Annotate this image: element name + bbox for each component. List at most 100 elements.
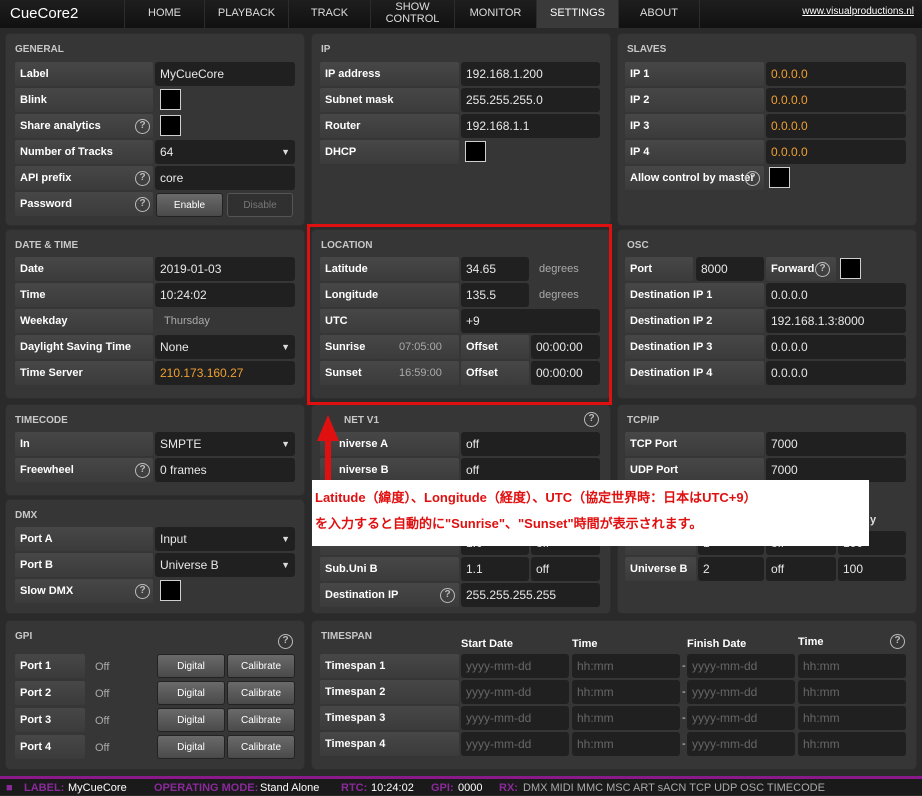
share-analytics-checkbox[interactable] [160, 115, 181, 136]
slave-ip2-input[interactable]: 0.0.0.0 [766, 88, 906, 112]
ip-address-input[interactable]: 192.168.1.200 [461, 62, 600, 86]
help-icon[interactable]: ? [745, 171, 760, 186]
chevron-down-icon: ▼ [281, 439, 290, 449]
tab-track[interactable]: TRACK [288, 0, 370, 28]
help-icon[interactable]: ? [135, 119, 150, 134]
timespan1-finish-time[interactable]: hh:mm [798, 654, 906, 678]
gpi-port4-status: Off [95, 742, 110, 754]
tcp-universe-b-state[interactable]: off [766, 557, 836, 581]
sub-uni-b-input[interactable]: 1.1 [461, 557, 529, 581]
timespan4-start-time[interactable]: hh:mm [572, 732, 680, 756]
tab-show-control[interactable]: SHOW CONTROL [370, 0, 454, 28]
enable-button[interactable]: Enable [156, 193, 223, 217]
dest-ip2-input[interactable]: 192.168.1.3:8000 [766, 309, 906, 333]
gpi-port2-calibrate-button[interactable]: Calibrate [227, 681, 295, 705]
tab-about[interactable]: ABOUT [618, 0, 700, 28]
timespan-title: TIMESPAN [321, 631, 372, 642]
gpi-port1-calibrate-button[interactable]: Calibrate [227, 654, 295, 678]
udp-port-input[interactable]: 7000 [766, 458, 906, 482]
timespan4-start-date[interactable]: yyyy-mm-dd [461, 732, 569, 756]
port-b-select[interactable]: Universe B ▼ [155, 553, 295, 577]
allow-master-checkbox[interactable] [769, 167, 790, 188]
timespan3-start-date[interactable]: yyyy-mm-dd [461, 706, 569, 730]
dst-select[interactable]: None ▼ [155, 335, 295, 359]
tcp-port-input[interactable]: 7000 [766, 432, 906, 456]
artnet-dest-input[interactable]: 255.255.255.255 [461, 583, 600, 607]
website-link[interactable]: www.visualproductions.nl [802, 6, 914, 17]
timespan1-start-date[interactable]: yyyy-mm-dd [461, 654, 569, 678]
tracks-select[interactable]: 64 ▼ [155, 140, 295, 164]
gpi-port2-status: Off [95, 688, 110, 700]
timespan2-finish-time[interactable]: hh:mm [798, 680, 906, 704]
help-icon[interactable]: ? [135, 584, 150, 599]
arrow-up-icon [317, 415, 339, 441]
disable-button[interactable]: Disable [227, 193, 293, 217]
dhcp-label: DHCP [320, 140, 459, 164]
status-mode-value: Stand Alone [260, 782, 320, 794]
dest-ip3-input[interactable]: 0.0.0.0 [766, 335, 906, 359]
arrow-shaft [325, 440, 331, 482]
gpi-port2-digital-button[interactable]: Digital [157, 681, 225, 705]
router-label: Router [320, 114, 459, 138]
tcp-universe-b-input[interactable]: 2 [698, 557, 764, 581]
artnet-dest-label: Destination IP [320, 583, 459, 607]
time-server-input[interactable]: 210.173.160.27 [155, 361, 295, 385]
timespan2-start-time[interactable]: hh:mm [572, 680, 680, 704]
help-icon[interactable]: ? [135, 463, 150, 478]
timespan1-finish-date[interactable]: yyyy-mm-dd [687, 654, 795, 678]
timespan3-start-time[interactable]: hh:mm [572, 706, 680, 730]
api-prefix-input[interactable]: core [155, 166, 295, 190]
gpi-port4-calibrate-button[interactable]: Calibrate [227, 735, 295, 759]
gpi-port4-digital-button[interactable]: Digital [157, 735, 225, 759]
timespan2-start-date[interactable]: yyyy-mm-dd [461, 680, 569, 704]
slave-ip4-input[interactable]: 0.0.0.0 [766, 140, 906, 164]
forward-checkbox[interactable] [840, 258, 861, 279]
slave-ip3-input[interactable]: 0.0.0.0 [766, 114, 906, 138]
gpi-port3-status: Off [95, 715, 110, 727]
artnet-universe-a-label: niverse A [320, 432, 459, 456]
timespan3-finish-time[interactable]: hh:mm [798, 706, 906, 730]
blink-checkbox[interactable] [160, 89, 181, 110]
gpi-title: GPI [15, 631, 33, 642]
help-icon[interactable]: ? [135, 197, 150, 212]
label-input[interactable]: MyCueCore [155, 62, 295, 86]
artnet-universe-b-input[interactable]: off [461, 458, 600, 482]
timespan1-dash: - [682, 660, 686, 672]
tab-monitor[interactable]: MONITOR [454, 0, 536, 28]
gpi-port3-calibrate-button[interactable]: Calibrate [227, 708, 295, 732]
timespan2-finish-date[interactable]: yyyy-mm-dd [687, 680, 795, 704]
router-input[interactable]: 192.168.1.1 [461, 114, 600, 138]
dest-ip4-input[interactable]: 0.0.0.0 [766, 361, 906, 385]
freewheel-input[interactable]: 0 frames [155, 458, 295, 482]
help-icon[interactable]: ? [584, 412, 599, 427]
timespan3-finish-date[interactable]: yyyy-mm-dd [687, 706, 795, 730]
subnet-input[interactable]: 255.255.255.0 [461, 88, 600, 112]
tab-playback[interactable]: PLAYBACK [204, 0, 288, 28]
sub-uni-b-state[interactable]: off [531, 557, 600, 581]
slow-dmx-checkbox[interactable] [160, 580, 181, 601]
port-a-select[interactable]: Input ▼ [155, 527, 295, 551]
dest-ip1-input[interactable]: 0.0.0.0 [766, 283, 906, 307]
tab-settings[interactable]: SETTINGS [536, 0, 618, 28]
dhcp-checkbox[interactable] [465, 141, 486, 162]
help-icon[interactable]: ? [278, 634, 293, 649]
gpi-port1-digital-button[interactable]: Digital [157, 654, 225, 678]
gpi-port3-digital-button[interactable]: Digital [157, 708, 225, 732]
annotation-line2: を入力すると自動的に"Sunrise"、"Sunset"時間が表示されます。 [315, 516, 703, 531]
chevron-down-icon: ▼ [281, 534, 290, 544]
time-input[interactable]: 10:24:02 [155, 283, 295, 307]
help-icon[interactable]: ? [815, 262, 830, 277]
help-icon[interactable]: ? [135, 171, 150, 186]
tc-in-select[interactable]: SMPTE ▼ [155, 432, 295, 456]
artnet-universe-a-input[interactable]: off [461, 432, 600, 456]
slave-ip1-input[interactable]: 0.0.0.0 [766, 62, 906, 86]
timespan4-finish-time[interactable]: hh:mm [798, 732, 906, 756]
tab-home[interactable]: HOME [124, 0, 204, 28]
osc-port-input[interactable]: 8000 [696, 257, 764, 281]
timespan4-finish-date[interactable]: yyyy-mm-dd [687, 732, 795, 756]
help-icon[interactable]: ? [890, 634, 905, 649]
help-icon[interactable]: ? [440, 588, 455, 603]
tcp-universe-b-num[interactable]: 100 [838, 557, 906, 581]
timespan1-start-time[interactable]: hh:mm [572, 654, 680, 678]
date-input[interactable]: 2019-01-03 [155, 257, 295, 281]
